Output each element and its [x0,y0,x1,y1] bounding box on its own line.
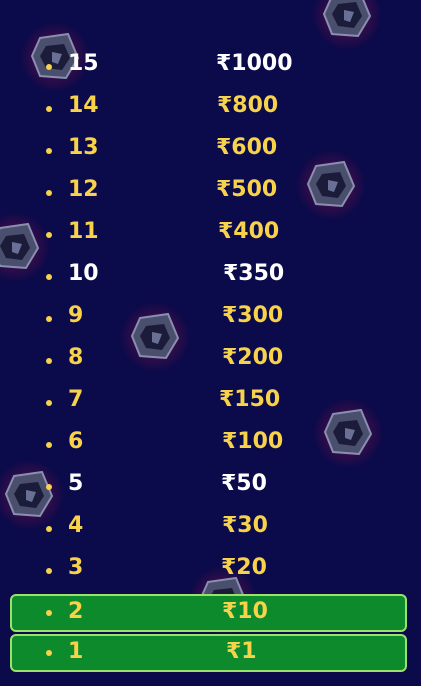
level-number: 2 [68,599,84,624]
bullet-icon [46,526,52,532]
prize-ladder: 15 ₹1000 14 ₹800 13 ₹600 12 ₹500 11 ₹400… [0,46,421,674]
bullet-icon [46,274,52,280]
bullet-icon [46,358,52,364]
bullet-icon [46,64,52,70]
level-number: 8 [68,345,84,370]
bullet-icon [46,568,52,574]
ladder-row: 4 ₹30 [0,508,421,550]
prize-amount: ₹30 [222,513,268,538]
ladder-row: 15 ₹1000 [0,46,421,88]
level-number: 5 [68,471,84,496]
ladder-row-won: 1 ₹1 [10,634,407,672]
ladder-row: 5 ₹50 [0,466,421,508]
bullet-icon [46,400,52,406]
bullet-icon [46,148,52,154]
prize-amount: ₹200 [222,345,284,370]
ladder-row: 14 ₹800 [0,88,421,130]
prize-amount: ₹500 [216,177,278,202]
prize-amount: ₹100 [222,429,284,454]
prize-amount: ₹1 [226,639,257,664]
level-number: 10 [68,261,99,286]
prize-amount: ₹350 [223,261,285,286]
level-number: 3 [68,555,84,580]
level-number: 9 [68,303,84,328]
level-number: 6 [68,429,84,454]
bullet-icon [46,442,52,448]
prize-amount: ₹300 [222,303,284,328]
prize-amount: ₹1000 [216,51,293,76]
ladder-row-won: 2 ₹10 [10,594,407,632]
prize-amount: ₹150 [219,387,281,412]
prize-amount: ₹50 [221,471,267,496]
bullet-icon [46,232,52,238]
bullet-icon [46,610,52,616]
game-logo-icon [312,0,382,50]
level-number: 11 [68,219,99,244]
ladder-row: 11 ₹400 [0,214,421,256]
prize-amount: ₹800 [217,93,279,118]
prize-amount: ₹600 [216,135,278,160]
bullet-icon [46,484,52,490]
level-number: 15 [68,51,99,76]
level-number: 1 [68,639,84,664]
ladder-row: 13 ₹600 [0,130,421,172]
level-number: 4 [68,513,84,538]
bullet-icon [46,106,52,112]
prize-amount: ₹10 [222,599,268,624]
level-number: 7 [68,387,84,412]
ladder-row: 10 ₹350 [0,256,421,298]
ladder-row: 9 ₹300 [0,298,421,340]
level-number: 13 [68,135,99,160]
ladder-row: 3 ₹20 [0,550,421,592]
level-number: 12 [68,177,99,202]
prize-amount: ₹400 [218,219,280,244]
ladder-row: 6 ₹100 [0,424,421,466]
bullet-icon [46,316,52,322]
ladder-row: 7 ₹150 [0,382,421,424]
ladder-row: 12 ₹500 [0,172,421,214]
bullet-icon [46,190,52,196]
ladder-row: 8 ₹200 [0,340,421,382]
prize-amount: ₹20 [221,555,267,580]
level-number: 14 [68,93,99,118]
bullet-icon [46,650,52,656]
